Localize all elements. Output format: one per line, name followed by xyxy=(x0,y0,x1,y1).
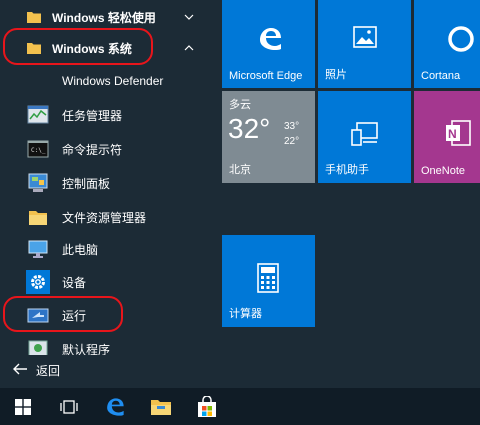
app-control-panel[interactable]: 控制面板 xyxy=(0,166,212,200)
weather-low: 22° xyxy=(284,136,300,147)
app-label: 运行 xyxy=(62,308,87,323)
gear-icon xyxy=(26,270,50,294)
app-command-prompt[interactable]: C:\_ 命令提示符 xyxy=(0,132,212,166)
phone-companion-icon xyxy=(351,122,378,146)
windows-start-icon xyxy=(15,398,31,415)
edge-icon xyxy=(107,397,124,416)
app-label: 命令提示符 xyxy=(62,142,123,157)
tile-label: 照片 xyxy=(325,69,347,81)
svg-text:N: N xyxy=(448,127,457,141)
file-explorer-icon xyxy=(26,205,50,229)
task-view-button[interactable] xyxy=(46,388,92,425)
app-label: 任务管理器 xyxy=(62,108,123,123)
folder-icon xyxy=(22,36,46,60)
folder-icon xyxy=(22,5,46,29)
onenote-icon: N xyxy=(446,120,471,146)
app-run[interactable]: 运行 xyxy=(0,298,212,332)
app-this-pc[interactable]: 此电脑 xyxy=(0,232,212,266)
tile-label: 计算器 xyxy=(229,308,262,320)
app-settings[interactable]: 设备 xyxy=(0,265,212,299)
folder-label: Windows 系统 xyxy=(52,41,132,56)
back-label: 返回 xyxy=(36,363,61,378)
start-button[interactable] xyxy=(0,388,46,425)
tile-weather[interactable]: 多云 32° 33° 22° 北京 xyxy=(222,91,315,183)
app-label: 控制面板 xyxy=(62,176,111,191)
taskbar-file-explorer[interactable] xyxy=(138,388,184,425)
tile-label: OneNote xyxy=(421,165,466,177)
back-button[interactable]: 返回 xyxy=(0,355,212,385)
app-task-manager[interactable]: 任务管理器 xyxy=(0,98,212,132)
app-label: 设备 xyxy=(62,275,87,290)
folder-label: Windows 轻松使用 xyxy=(52,10,156,25)
tile-calculator[interactable]: 计算器 xyxy=(222,235,315,327)
chevron-down-icon[interactable] xyxy=(183,11,195,23)
folder-windows-system[interactable]: Windows 系统 xyxy=(0,31,212,65)
this-pc-icon xyxy=(26,237,50,261)
cortana-icon xyxy=(448,26,474,52)
start-menu: Windows 轻松使用 Windows 系统 Windows Defender… xyxy=(0,0,480,388)
weather-temp: 32° xyxy=(228,113,271,144)
app-list: Windows 轻松使用 Windows 系统 Windows Defender… xyxy=(0,0,212,388)
taskbar xyxy=(0,388,480,425)
weather-condition: 多云 xyxy=(229,99,251,111)
tile-label: Cortana xyxy=(421,70,461,82)
taskbar-store[interactable] xyxy=(184,388,230,425)
command-prompt-icon: C:\_ xyxy=(26,137,50,161)
tile-label: 手机助手 xyxy=(325,164,369,176)
run-icon xyxy=(26,303,50,327)
tile-onenote[interactable]: N OneNote xyxy=(414,91,480,183)
tile-microsoft-edge[interactable]: Microsoft Edge xyxy=(222,0,315,88)
chevron-up-icon[interactable] xyxy=(183,42,195,54)
app-label: 文件资源管理器 xyxy=(62,210,147,225)
edge-icon xyxy=(260,28,281,50)
tile-photos[interactable]: 照片 xyxy=(318,0,411,88)
file-explorer-icon xyxy=(151,399,171,415)
task-manager-icon xyxy=(26,103,50,127)
calculator-icon xyxy=(257,263,279,293)
tile-cortana[interactable]: Cortana xyxy=(414,0,480,88)
tile-label: Microsoft Edge xyxy=(229,70,303,82)
weather-high: 33° xyxy=(284,121,300,132)
app-label: 此电脑 xyxy=(62,242,99,257)
store-icon xyxy=(198,395,216,417)
app-file-explorer[interactable]: 文件资源管理器 xyxy=(0,200,212,234)
back-arrow-icon xyxy=(13,363,27,375)
app-label: Windows Defender xyxy=(62,74,164,88)
folder-windows-ease-of-access[interactable]: Windows 轻松使用 xyxy=(0,0,212,34)
tile-phone-companion[interactable]: 手机助手 xyxy=(318,91,411,183)
photos-icon xyxy=(353,26,377,48)
control-panel-icon xyxy=(26,171,50,195)
svg-text:C:\_: C:\_ xyxy=(31,147,46,154)
weather-city: 北京 xyxy=(229,164,251,176)
task-view-icon xyxy=(60,399,78,414)
app-windows-defender[interactable]: Windows Defender xyxy=(0,64,212,98)
taskbar-edge[interactable] xyxy=(92,388,138,425)
